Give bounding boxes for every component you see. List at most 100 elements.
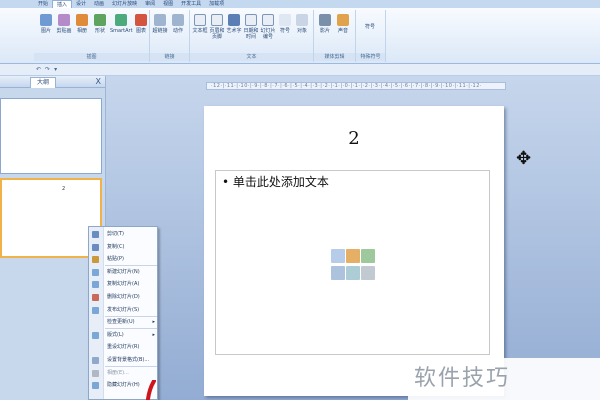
sound-button[interactable]: 声音 (335, 14, 351, 34)
insert-clipart-icon[interactable] (346, 266, 360, 280)
slide-number-icon (262, 14, 274, 26)
group-label-text: 文本 (190, 53, 313, 61)
tab-7[interactable]: 开发工具 (177, 0, 205, 8)
album-icon (76, 14, 88, 26)
shapes-icon (94, 14, 106, 26)
smartart-button[interactable]: SmartArt (110, 14, 133, 34)
insert-picture-icon[interactable] (331, 266, 345, 280)
horizontal-ruler: ·12·|·11·|·10·|·9·|·8·|·7·|·6·|·5·|·4·|·… (206, 82, 506, 90)
menu-item-label: 粘贴(P) (107, 256, 124, 263)
insert-content-icons (329, 247, 377, 283)
tab-4[interactable]: 幻灯片放映 (108, 0, 141, 8)
undo-icon[interactable]: ↶ (36, 66, 41, 73)
clipart-icon (58, 14, 70, 26)
tab-6[interactable]: 视图 (159, 0, 177, 8)
menu-item-label: 相册(E)... (107, 369, 129, 376)
publish-icon (92, 306, 99, 314)
slide-title[interactable]: 2 (204, 128, 504, 149)
context-menu: 剪切(T) 复制(C) 粘贴(P) 新建幻灯片(N) 复制幻灯片(A) 删除幻灯片(D) 发… (88, 226, 158, 400)
menu-item-1[interactable]: 复制(C) (89, 242, 159, 252)
content-placeholder[interactable]: • 单击此处添加文本 (215, 170, 490, 355)
menu-item-5[interactable]: 删除幻灯片(D) (89, 292, 159, 302)
slide-workspace: ·12·|·11·|·10·|·9·|·8·|·7·|·6·|·5·|·4·|·… (106, 76, 600, 400)
tab-5[interactable]: 审阅 (141, 0, 159, 8)
menu-item-7[interactable]: 检查更新(U) ▸ (89, 317, 159, 327)
tab-3[interactable]: 动画 (90, 0, 108, 8)
action-button[interactable]: 动作 (170, 14, 186, 34)
menu-item-4[interactable]: 复制幻灯片(A) (89, 279, 159, 289)
wordart-button[interactable]: 艺术字 (226, 14, 242, 34)
omega-icon (279, 14, 291, 26)
menu-item-3[interactable]: 新建幻灯片(N) (89, 267, 159, 277)
hyperlink-button[interactable]: 超链接 (152, 14, 168, 34)
object-icon (296, 14, 308, 26)
redo-icon[interactable]: ↷ (45, 66, 50, 73)
menu-item-11[interactable]: 相册(E)... (89, 368, 159, 378)
group-illustrations: 图片 剪贴画 相册 形状 SmartArt 图表 插图 (34, 10, 150, 62)
datetime-button[interactable]: 日期和时间 (243, 14, 259, 40)
menu-item-2[interactable]: 粘贴(P) (89, 254, 159, 264)
menu-item-8[interactable]: 版式(L) ▸ (89, 330, 159, 340)
slide-thumbnail-1[interactable] (0, 98, 102, 174)
textbox-icon (194, 14, 206, 26)
menu-item-label: 版式(L) (107, 331, 124, 338)
film-icon (319, 14, 331, 26)
group-label-links: 链接 (150, 53, 189, 61)
slide-number-button[interactable]: 幻灯片编号 (260, 14, 276, 40)
menu-item-9[interactable]: 重设幻灯片(R) (89, 342, 159, 352)
hide-slide-icon (92, 382, 99, 390)
menu-item-10[interactable]: 设置背景格式(B)... (89, 355, 159, 365)
group-label-media: 媒体剪辑 (314, 53, 355, 61)
menu-item-label: 新建幻灯片(N) (107, 268, 140, 275)
paste-icon (92, 256, 99, 264)
thumbnail-number: 2 (62, 186, 66, 192)
pane-header: 大纲 X (0, 76, 105, 88)
chart-button[interactable]: 图表 (133, 14, 149, 34)
movie-button[interactable]: 影片 (317, 14, 333, 34)
delete-slide-icon (92, 294, 99, 301)
customize-icon[interactable]: ▾ (54, 66, 57, 73)
tab-outline[interactable]: 大纲 (30, 77, 57, 88)
menu-item-6[interactable]: 发布幻灯片(S) (89, 305, 159, 315)
submenu-arrow-icon: ▸ (152, 319, 155, 326)
tab-8[interactable]: 加载项 (205, 0, 228, 8)
picture-button[interactable]: 图片 (38, 14, 54, 34)
quick-toolbar: ↶ ↷ ▾ (0, 64, 600, 76)
submenu-arrow-icon: ▸ (152, 331, 155, 338)
insert-table-icon[interactable] (331, 249, 345, 263)
menu-item-label: 隐藏幻灯片(H) (107, 382, 140, 389)
header-footer-button[interactable]: 页眉和页脚 (209, 14, 225, 40)
speaker-icon (337, 14, 349, 26)
picture-icon (40, 14, 52, 26)
tab-0[interactable]: 开始 (34, 0, 52, 8)
insert-chart-icon[interactable] (346, 249, 360, 263)
red-annotation-mark (146, 380, 156, 400)
slide-canvas[interactable]: 2 • 单击此处添加文本 (204, 106, 504, 396)
menu-item-label: 检查更新(U) (107, 319, 135, 326)
clipart-button[interactable]: 剪贴画 (56, 14, 72, 34)
tab-1[interactable]: 插入 (52, 0, 73, 8)
special-symbol-button[interactable]: 符号 (362, 24, 378, 30)
menu-item-0[interactable]: 剪切(T) (89, 229, 159, 239)
action-icon (172, 14, 184, 26)
header-footer-icon (211, 14, 223, 26)
watermark: 软件技巧 (408, 358, 600, 400)
close-icon[interactable]: X (96, 77, 101, 86)
symbol-button[interactable]: 符号 (277, 14, 293, 34)
insert-media-icon[interactable] (361, 266, 375, 280)
textbox-button[interactable]: 文本框 (192, 14, 208, 34)
slide-thumbnail-2[interactable]: 2 (0, 178, 102, 258)
shapes-button[interactable]: 形状 (92, 14, 108, 34)
object-button[interactable]: 对象 (294, 14, 310, 34)
group-special-symbols: 符号 特殊符号 (356, 10, 386, 62)
tab-2[interactable]: 设计 (72, 0, 90, 8)
album-button[interactable]: 相册 (74, 14, 90, 34)
ribbon: 图片 剪贴画 相册 形状 SmartArt 图表 插图 超链接 动作 链接 文本… (0, 8, 600, 64)
group-links: 超链接 动作 链接 (150, 10, 190, 62)
smartart-icon (115, 14, 127, 26)
new-slide-icon (92, 268, 99, 276)
layout-icon (92, 331, 99, 339)
group-text: 文本框 页眉和页脚 艺术字 日期和时间 幻灯片编号 符号 对象 文本 (190, 10, 314, 62)
group-label-illustrations: 插图 (34, 53, 149, 61)
insert-smartart-icon[interactable] (361, 249, 375, 263)
